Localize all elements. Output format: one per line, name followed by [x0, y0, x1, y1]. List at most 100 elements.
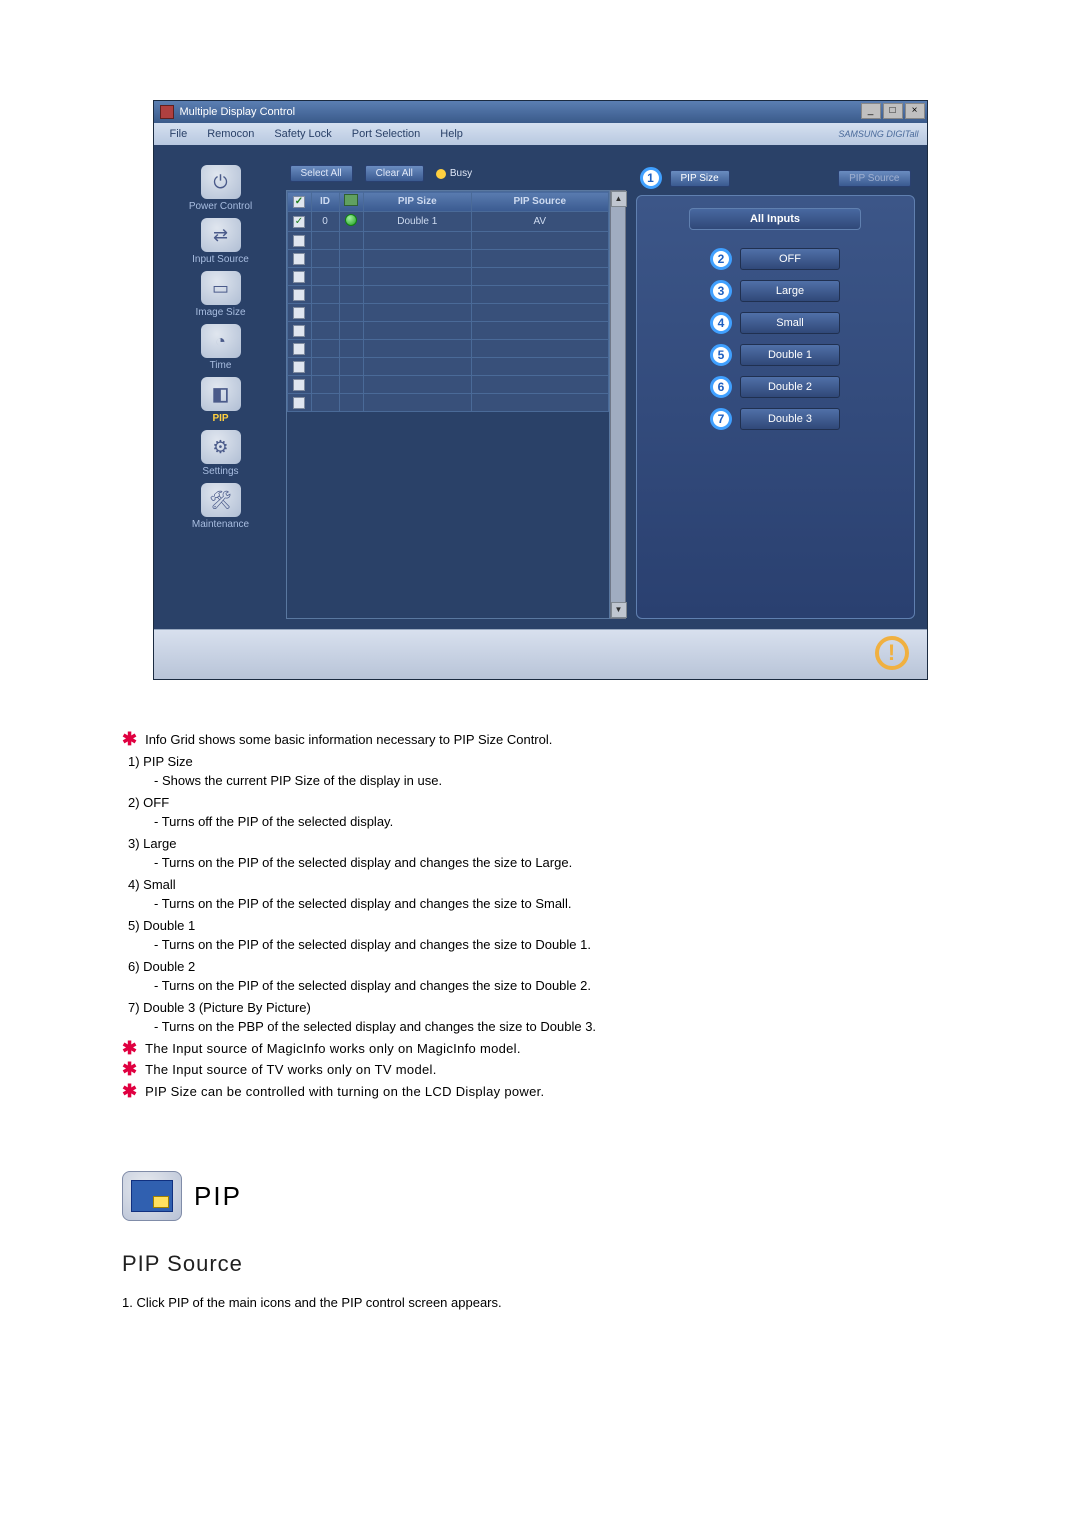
sidebar-item-pip[interactable]: ◧ PIP [166, 377, 276, 424]
sidebar-item-power-control[interactable]: ⏻ Power Control [166, 165, 276, 212]
pip-section-icon [122, 1171, 182, 1221]
star-icon: ✱ [122, 1082, 137, 1102]
large-button[interactable]: Large [740, 280, 840, 302]
option-large[interactable]: 3 Large [710, 280, 840, 302]
option-double2[interactable]: 6 Double 2 [710, 376, 840, 398]
off-button[interactable]: OFF [740, 248, 840, 270]
pip-size-panel: All Inputs 2 OFF 3 Large 4 Small 5 Doubl… [636, 195, 915, 619]
list-item: 4) Small- Turns on the PIP of the select… [128, 875, 958, 914]
image-size-icon: ▭ [201, 271, 241, 305]
cell-pip-source: AV [472, 212, 608, 232]
row-checkbox[interactable] [293, 325, 305, 337]
option-double3[interactable]: 7 Double 3 [710, 408, 840, 430]
busy-dot-icon [436, 169, 446, 179]
pip-icon: ◧ [201, 377, 241, 411]
numbered-list: 1) PIP Size- Shows the current PIP Size … [122, 752, 958, 1037]
callout-3: 3 [710, 280, 732, 302]
status-header-icon [344, 194, 358, 206]
all-inputs-label: All Inputs [689, 208, 861, 230]
grid-scrollbar[interactable]: ▲ ▼ [610, 190, 626, 619]
star-icon: ✱ [122, 1060, 137, 1080]
right-panel-header: 1 PIP Size PIP Source [636, 165, 915, 195]
section-heading: PIP [194, 1181, 242, 1212]
titlebar[interactable]: Multiple Display Control _ □ × [154, 101, 927, 123]
sidebar-item-label: Settings [202, 466, 238, 477]
grid-toolbar: Select All Clear All Busy [286, 165, 626, 182]
scroll-up-icon[interactable]: ▲ [611, 191, 627, 207]
sidebar-item-label: Maintenance [192, 519, 249, 530]
grid-header-row: ID PIP Size PIP Source [287, 192, 608, 212]
minimize-button[interactable]: _ [861, 103, 881, 119]
row-checkbox[interactable] [293, 379, 305, 391]
star-icon: ✱ [122, 730, 137, 750]
select-all-button[interactable]: Select All [290, 165, 353, 182]
cell-id: 0 [311, 212, 339, 232]
table-row-empty [287, 250, 608, 268]
row-checkbox[interactable] [293, 289, 305, 301]
table-row-empty [287, 232, 608, 250]
double1-button[interactable]: Double 1 [740, 344, 840, 366]
right-panel: 1 PIP Size PIP Source All Inputs 2 OFF 3… [636, 165, 915, 619]
option-double1[interactable]: 5 Double 1 [710, 344, 840, 366]
explanation-body: ✱ Info Grid shows some basic information… [122, 730, 958, 1101]
table-row[interactable]: 0 Double 1 AV [287, 212, 608, 232]
window-controls: _ □ × [861, 103, 925, 119]
scroll-down-icon[interactable]: ▼ [611, 602, 627, 618]
small-button[interactable]: Small [740, 312, 840, 334]
row-checkbox[interactable] [293, 216, 305, 228]
pip-heading-row: PIP [122, 1171, 958, 1221]
maximize-button[interactable]: □ [883, 103, 903, 119]
table-row-empty [287, 322, 608, 340]
sidebar-item-image-size[interactable]: ▭ Image Size [166, 271, 276, 318]
list-item: 6) Double 2- Turns on the PIP of the sel… [128, 957, 958, 996]
status-ok-icon [345, 214, 357, 226]
row-checkbox[interactable] [293, 235, 305, 247]
list-item: 3) Large- Turns on the PIP of the select… [128, 834, 958, 873]
list-item: 2) OFF- Turns off the PIP of the selecte… [128, 793, 958, 832]
callout-6: 6 [710, 376, 732, 398]
clock-icon: ◔ [201, 324, 241, 358]
option-off[interactable]: 2 OFF [710, 248, 840, 270]
row-checkbox[interactable] [293, 361, 305, 373]
row-checkbox[interactable] [293, 343, 305, 355]
step-text: 1. Click PIP of the main icons and the P… [122, 1295, 958, 1310]
sidebar-item-label: Power Control [189, 201, 252, 212]
callout-5: 5 [710, 344, 732, 366]
sidebar-item-time[interactable]: ◔ Time [166, 324, 276, 371]
menu-remocon[interactable]: Remocon [197, 128, 264, 140]
info-grid[interactable]: ID PIP Size PIP Source 0 Double 1 AV [286, 190, 610, 619]
busy-label: Busy [450, 168, 472, 179]
menubar: File Remocon Safety Lock Port Selection … [154, 123, 927, 145]
section-subheading: PIP Source [122, 1251, 958, 1277]
callout-4: 4 [710, 312, 732, 334]
header-checkbox[interactable] [293, 196, 305, 208]
menu-file[interactable]: File [160, 128, 198, 140]
sidebar-item-input-source[interactable]: ⇄ Input Source [166, 218, 276, 265]
option-small[interactable]: 4 Small [710, 312, 840, 334]
close-button[interactable]: × [905, 103, 925, 119]
star-icon: ✱ [122, 1039, 137, 1059]
input-icon: ⇄ [201, 218, 241, 252]
double2-button[interactable]: Double 2 [740, 376, 840, 398]
menu-port-selection[interactable]: Port Selection [342, 128, 430, 140]
pip-section: PIP PIP Source 1. Click PIP of the main … [122, 1171, 958, 1310]
double3-button[interactable]: Double 3 [740, 408, 840, 430]
center-panel: Select All Clear All Busy ID PIP Size [286, 165, 626, 619]
warning-icon: ! [875, 636, 909, 670]
table-row-empty [287, 376, 608, 394]
gear-icon: ⚙ [201, 430, 241, 464]
sidebar-item-label: Image Size [195, 307, 245, 318]
pip-source-tab[interactable]: PIP Source [838, 170, 910, 187]
sidebar-item-maintenance[interactable]: 🛠 Maintenance [166, 483, 276, 530]
row-checkbox[interactable] [293, 253, 305, 265]
sidebar-item-settings[interactable]: ⚙ Settings [166, 430, 276, 477]
clear-all-button[interactable]: Clear All [365, 165, 424, 182]
menu-help[interactable]: Help [430, 128, 473, 140]
pip-size-tab[interactable]: PIP Size [670, 170, 730, 187]
row-checkbox[interactable] [293, 271, 305, 283]
row-checkbox[interactable] [293, 397, 305, 409]
table-row-empty [287, 304, 608, 322]
table-row-empty [287, 268, 608, 286]
row-checkbox[interactable] [293, 307, 305, 319]
menu-safety-lock[interactable]: Safety Lock [264, 128, 341, 140]
